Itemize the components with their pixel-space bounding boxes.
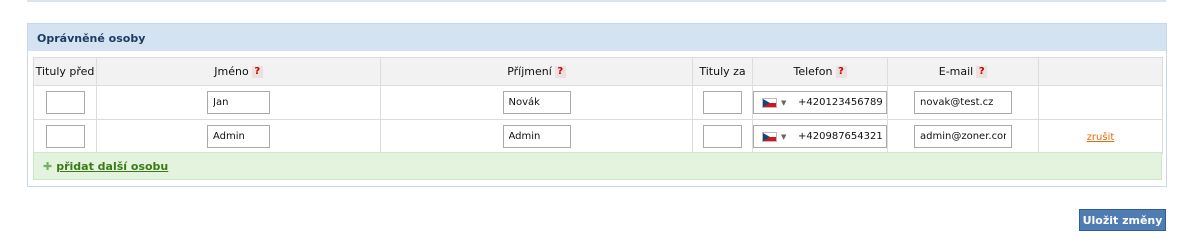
email-input[interactable] [914, 91, 1012, 114]
last-name-input[interactable] [502, 91, 571, 114]
header-titles-before: Tituly před [33, 57, 97, 86]
add-person-link[interactable]: přidat další osobu [56, 160, 168, 173]
header-last-name: Příjmení? [380, 57, 693, 86]
header-actions [1038, 57, 1163, 86]
header-titles-after: Tituly za [692, 57, 753, 86]
first-name-input[interactable] [207, 125, 270, 148]
phone-input[interactable] [798, 131, 886, 142]
chevron-down-icon: ▼ [781, 98, 787, 107]
cancel-link[interactable]: zrušit [1087, 132, 1115, 143]
help-icon[interactable]: ? [554, 66, 566, 78]
cz-flag-icon [762, 97, 777, 108]
authorized-persons-panel: Oprávněné osoby Tituly před Jméno? Příjm… [27, 23, 1167, 187]
last-name-input[interactable] [502, 125, 571, 148]
header-email: E-mail? [887, 57, 1039, 86]
titles-after-input[interactable] [703, 91, 742, 114]
phone-field: ▼ [753, 91, 887, 114]
header-first-name: Jméno? [96, 57, 381, 86]
header-phone: Telefon? [752, 57, 888, 86]
help-icon[interactable]: ? [251, 66, 263, 78]
panel-title: Oprávněné osoby [28, 24, 1166, 51]
save-changes-button[interactable]: Uložit změny [1079, 209, 1166, 231]
titles-before-input[interactable] [45, 125, 85, 148]
country-code-dropdown[interactable]: ▼ [754, 126, 798, 147]
plus-icon: ✚ [43, 160, 53, 173]
help-icon[interactable]: ? [835, 66, 847, 78]
titles-before-input[interactable] [45, 91, 85, 114]
first-name-input[interactable] [207, 91, 270, 114]
help-icon[interactable]: ? [976, 66, 988, 78]
table-row: ▼ [33, 85, 1163, 120]
cz-flag-icon [762, 131, 777, 142]
table-header-row: Tituly před Jméno? Příjmení? Tituly za T… [33, 57, 1163, 86]
country-code-dropdown[interactable]: ▼ [754, 92, 798, 113]
chevron-down-icon: ▼ [781, 132, 787, 141]
add-person-row: ✚ přidat další osobu [33, 152, 1162, 180]
titles-after-input[interactable] [703, 125, 742, 148]
email-input[interactable] [914, 125, 1012, 148]
table-row: ▼ zrušit [33, 119, 1163, 154]
phone-input[interactable] [798, 97, 886, 108]
top-divider [27, 0, 1166, 2]
phone-field: ▼ [753, 125, 887, 148]
persons-table: Tituly před Jméno? Příjmení? Tituly za T… [33, 57, 1163, 154]
